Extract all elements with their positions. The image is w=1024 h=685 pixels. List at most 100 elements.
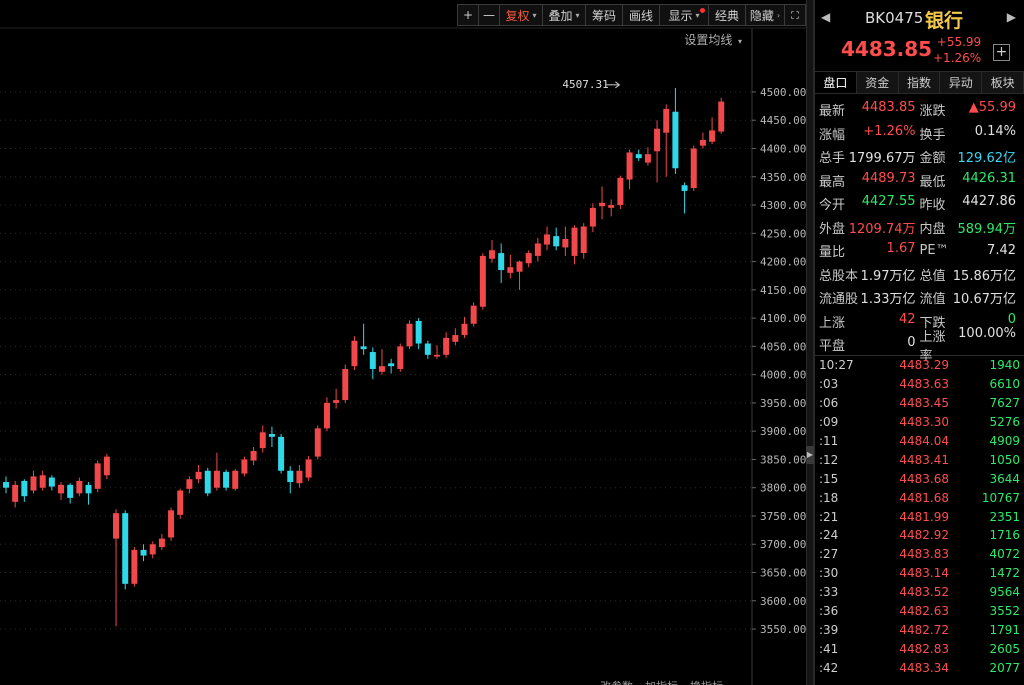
candle-up (699, 140, 706, 146)
zoom-in-label: + (462, 8, 474, 22)
draw-button[interactable]: 画线 (622, 4, 660, 26)
quote-value: ▲55.99 (968, 100, 1016, 116)
expand-icon[interactable] (784, 4, 806, 26)
panel-tab[interactable]: 板块 (982, 72, 1024, 93)
change-value: +55.99 (936, 35, 982, 49)
classic-label: 经典 (715, 8, 740, 23)
candle-up (58, 484, 65, 494)
tick-volume: 10767 (981, 490, 1020, 505)
classic-button[interactable]: 经典 (708, 4, 746, 26)
y-tick-label: 4200.00 (760, 256, 806, 269)
candle-up (76, 480, 83, 494)
overlay-button[interactable]: 叠加 ▾ (542, 4, 586, 26)
candle-up (433, 354, 440, 357)
candle-down (48, 477, 55, 487)
ma-setting-label: 设置均线 (684, 33, 733, 47)
candle-up (195, 471, 202, 480)
candle-up (525, 253, 532, 264)
zoom-in-button[interactable]: + (457, 4, 479, 26)
plus-box-icon[interactable]: + (993, 44, 1010, 61)
triangle-left-icon[interactable]: ◀ (821, 10, 830, 24)
candle-up (333, 400, 340, 403)
caret-down-icon: ▾ (735, 37, 742, 46)
quote-row: 平盘 0 上涨率 100.00% (819, 326, 1020, 364)
y-tick-label: 4000.00 (760, 369, 806, 382)
panel-divider[interactable] (806, 0, 814, 685)
tick-price: 4482.63 (899, 604, 949, 619)
panel-tab[interactable]: 盘口 (815, 72, 857, 93)
quote-value: 0 (907, 335, 916, 351)
candle-up (534, 243, 541, 256)
chip-button[interactable]: 筹码 (585, 4, 623, 26)
y-tick-label: 4500.00 (760, 86, 806, 99)
panel-tab[interactable]: 指数 (898, 72, 941, 93)
last-price: 4483.85 (841, 37, 933, 61)
quote-cell: 总手 1799.67万 (819, 147, 920, 166)
sector-name: 银行 (925, 10, 964, 32)
indicator-tab[interactable]: 换指标 (690, 677, 723, 685)
tick-time: :03 (819, 377, 839, 392)
quote-label: 总值 (919, 268, 946, 284)
tick-price: 4482.83 (899, 641, 949, 656)
tick-row: :11 4484.04 4909 (819, 432, 1020, 451)
candle-up (406, 323, 413, 347)
y-tick-label: 4300.00 (760, 199, 806, 212)
quote-row: 最高 4489.73 最低 4426.31 (819, 169, 1020, 193)
candle-up (489, 250, 496, 259)
quote-cell: 总值 15.86万亿 (920, 265, 1021, 284)
y-tick-label: 3800.00 (760, 482, 806, 495)
adjust-label: 复权 (505, 8, 530, 23)
candle-up (177, 490, 184, 515)
quote-cell: 内盘 589.94万 (920, 218, 1021, 237)
tick-price: 4483.34 (899, 660, 949, 675)
quote-cell: 最新 4483.85 (819, 100, 920, 119)
candle-up (323, 402, 330, 429)
candle-up (654, 128, 661, 152)
tick-price: 4483.45 (899, 396, 949, 411)
candle-up (571, 227, 578, 256)
tick-row: :27 4483.83 4072 (819, 545, 1020, 564)
tick-price: 4482.92 (899, 528, 949, 543)
quote-value: 1209.74万 (848, 221, 916, 237)
candle-up (461, 323, 468, 336)
collapse-panel-icon[interactable]: ▶ (806, 446, 814, 464)
tick-time: :42 (819, 660, 839, 675)
quote-label: 最低 (919, 174, 946, 190)
quote-row: 最新 4483.85 涨跌 ▲55.99 (819, 98, 1020, 122)
zoom-out-button[interactable]: — (478, 4, 500, 26)
candle-up (443, 337, 450, 355)
quote-value: 1.33万亿 (860, 292, 916, 308)
hide-button[interactable]: 隐藏 › (745, 4, 785, 26)
tick-row: :15 4483.68 3644 (819, 469, 1020, 488)
quote-value: 7.42 (987, 243, 1016, 259)
max-price-label: 4507.31 (562, 78, 608, 91)
tick-volume: 7627 (989, 396, 1020, 411)
candle-up (452, 335, 459, 342)
sector-code: BK0475 (865, 9, 924, 27)
quote-value: 1.97万亿 (860, 268, 916, 284)
y-tick-label: 3700.00 (760, 538, 806, 551)
quote-label: PE™ (919, 243, 949, 259)
tick-row: :12 4483.41 1050 (819, 450, 1020, 469)
tick-row: :18 4481.68 10767 (819, 488, 1020, 507)
adjust-button[interactable]: 复权 ▾ (499, 4, 543, 26)
tick-volume: 1472 (989, 566, 1020, 581)
display-button[interactable]: 显示 ▾ (659, 4, 709, 26)
kline-chart[interactable]: 4500.00 4450.00 4400.00 4350.00 4300.00 4250.… (0, 0, 806, 685)
panel-tab[interactable]: 异动 (940, 72, 983, 93)
tick-volume: 9564 (989, 585, 1020, 600)
triangle-right-icon[interactable]: ▶ (1007, 10, 1016, 24)
tick-list[interactable]: 10:27 4483.29 1940:03 4483.63 6610:06 4483.45… (815, 356, 1024, 677)
display-label: 显示 (668, 8, 693, 23)
indicator-tab[interactable]: 改参数 (600, 677, 633, 685)
candle-up (351, 340, 358, 367)
caret-down-icon: ▾ (695, 10, 700, 20)
y-tick-label: 3750.00 (760, 510, 806, 523)
quote-value: 10.67万亿 (952, 292, 1016, 308)
kline-chart-area[interactable]: 4500.00 4450.00 4400.00 4350.00 4300.00 4250.… (0, 0, 806, 685)
panel-tab[interactable]: 资金 (856, 72, 899, 93)
y-tick-label: 3600.00 (760, 595, 806, 608)
indicator-tab[interactable]: 加指标 (645, 677, 678, 685)
tick-time: :06 (819, 396, 839, 411)
ma-setting-button[interactable]: 设置均线 ▾ (684, 31, 742, 48)
